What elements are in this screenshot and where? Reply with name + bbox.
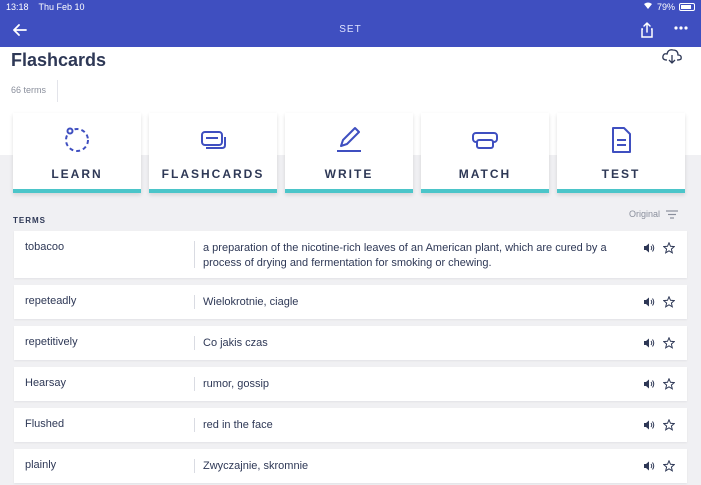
status-bar: 13:18 Thu Feb 10 79% — [0, 0, 701, 14]
star-icon[interactable] — [663, 460, 675, 472]
term-row: tobacoo a preparation of the nicotine-ri… — [14, 231, 687, 278]
divider — [194, 241, 195, 268]
mode-label: FLASHCARDS — [161, 167, 265, 181]
share-icon — [641, 21, 653, 38]
term-word: plainly — [25, 459, 57, 471]
term-actions — [643, 337, 675, 349]
mode-label: WRITE — [324, 167, 374, 181]
terms-count: 66 terms — [11, 85, 47, 95]
divider — [194, 336, 195, 350]
terms-label: TERMS — [13, 216, 46, 225]
status-time: 13:18 — [6, 2, 29, 12]
term-actions — [643, 378, 675, 390]
sort-label: Original — [628, 209, 660, 219]
term-word: Hearsay — [25, 377, 66, 389]
battery-icon — [679, 3, 695, 11]
star-icon[interactable] — [663, 242, 675, 254]
flashcards-icon — [201, 131, 226, 149]
test-icon — [612, 127, 631, 153]
speaker-icon[interactable] — [643, 460, 655, 472]
study-modes: LEARN FLASHCARDS WRITE MATCH TEST — [13, 113, 685, 193]
star-icon[interactable] — [663, 378, 675, 390]
divider — [194, 459, 195, 473]
term-word: Flushed — [25, 418, 65, 430]
sort-dropdown[interactable]: Original — [629, 209, 678, 219]
speaker-icon[interactable] — [643, 242, 655, 254]
term-row: plainly Zwyczajnie, skromnie — [14, 449, 687, 483]
mode-label: LEARN — [51, 167, 103, 181]
term-row: Hearsay rumor, gossip — [14, 367, 687, 401]
divider — [194, 418, 195, 432]
star-icon[interactable] — [663, 337, 675, 349]
term-definition: Zwyczajnie, skromnie — [203, 460, 309, 472]
learn-icon — [65, 127, 89, 152]
term-definition: a preparation of the nicotine-rich leave… — [203, 242, 607, 269]
share-button[interactable] — [637, 20, 657, 40]
speaker-icon[interactable] — [643, 378, 655, 390]
more-icon — [674, 26, 688, 30]
term-row: Flushed red in the face — [14, 408, 687, 442]
term-definition: red in the face — [203, 419, 273, 431]
status-date: Thu Feb 10 — [38, 2, 85, 12]
download-button[interactable] — [661, 48, 683, 64]
nav-bar: SET — [0, 14, 701, 47]
term-definition: rumor, gossip — [203, 378, 270, 390]
mode-match-button[interactable]: MATCH — [421, 113, 549, 193]
speaker-icon[interactable] — [643, 419, 655, 431]
term-actions — [643, 242, 675, 254]
wifi-icon — [643, 2, 653, 12]
divider — [194, 377, 195, 391]
write-icon — [337, 127, 361, 152]
term-actions — [643, 296, 675, 308]
nav-title: SET — [339, 24, 362, 35]
mode-learn-button[interactable]: LEARN — [13, 113, 141, 193]
filter-icon — [666, 209, 678, 219]
term-definition: Co jakis czas — [203, 337, 268, 349]
more-options-button[interactable] — [673, 20, 689, 41]
match-icon — [472, 132, 498, 149]
battery-percent: 79% — [656, 2, 675, 12]
mode-label: MATCH — [458, 167, 512, 181]
mode-write-button[interactable]: WRITE — [285, 113, 413, 193]
speaker-icon[interactable] — [643, 337, 655, 349]
cloud-download-icon — [662, 49, 682, 64]
term-actions — [643, 460, 675, 472]
page-title: Flashcards — [11, 50, 107, 70]
star-icon[interactable] — [663, 296, 675, 308]
speaker-icon[interactable] — [643, 296, 655, 308]
term-list: tobacoo a preparation of the nicotine-ri… — [14, 231, 687, 485]
term-word: repetitively — [25, 336, 78, 348]
term-row: repeteadly Wielokrotnie, ciagle — [14, 285, 687, 319]
term-definition: Wielokrotnie, ciagle — [203, 296, 299, 308]
divider — [194, 295, 195, 309]
mode-flashcards-button[interactable]: FLASHCARDS — [149, 113, 277, 193]
mode-test-button[interactable]: TEST — [557, 113, 685, 193]
term-word: tobacoo — [25, 241, 65, 253]
divider — [57, 80, 58, 102]
term-actions — [643, 419, 675, 431]
mode-label: TEST — [601, 167, 641, 181]
terms-header: TERMS Original — [13, 209, 688, 225]
term-row: repetitively Co jakis czas — [14, 326, 687, 360]
star-icon[interactable] — [663, 419, 675, 431]
term-word: repeteadly — [25, 295, 77, 307]
